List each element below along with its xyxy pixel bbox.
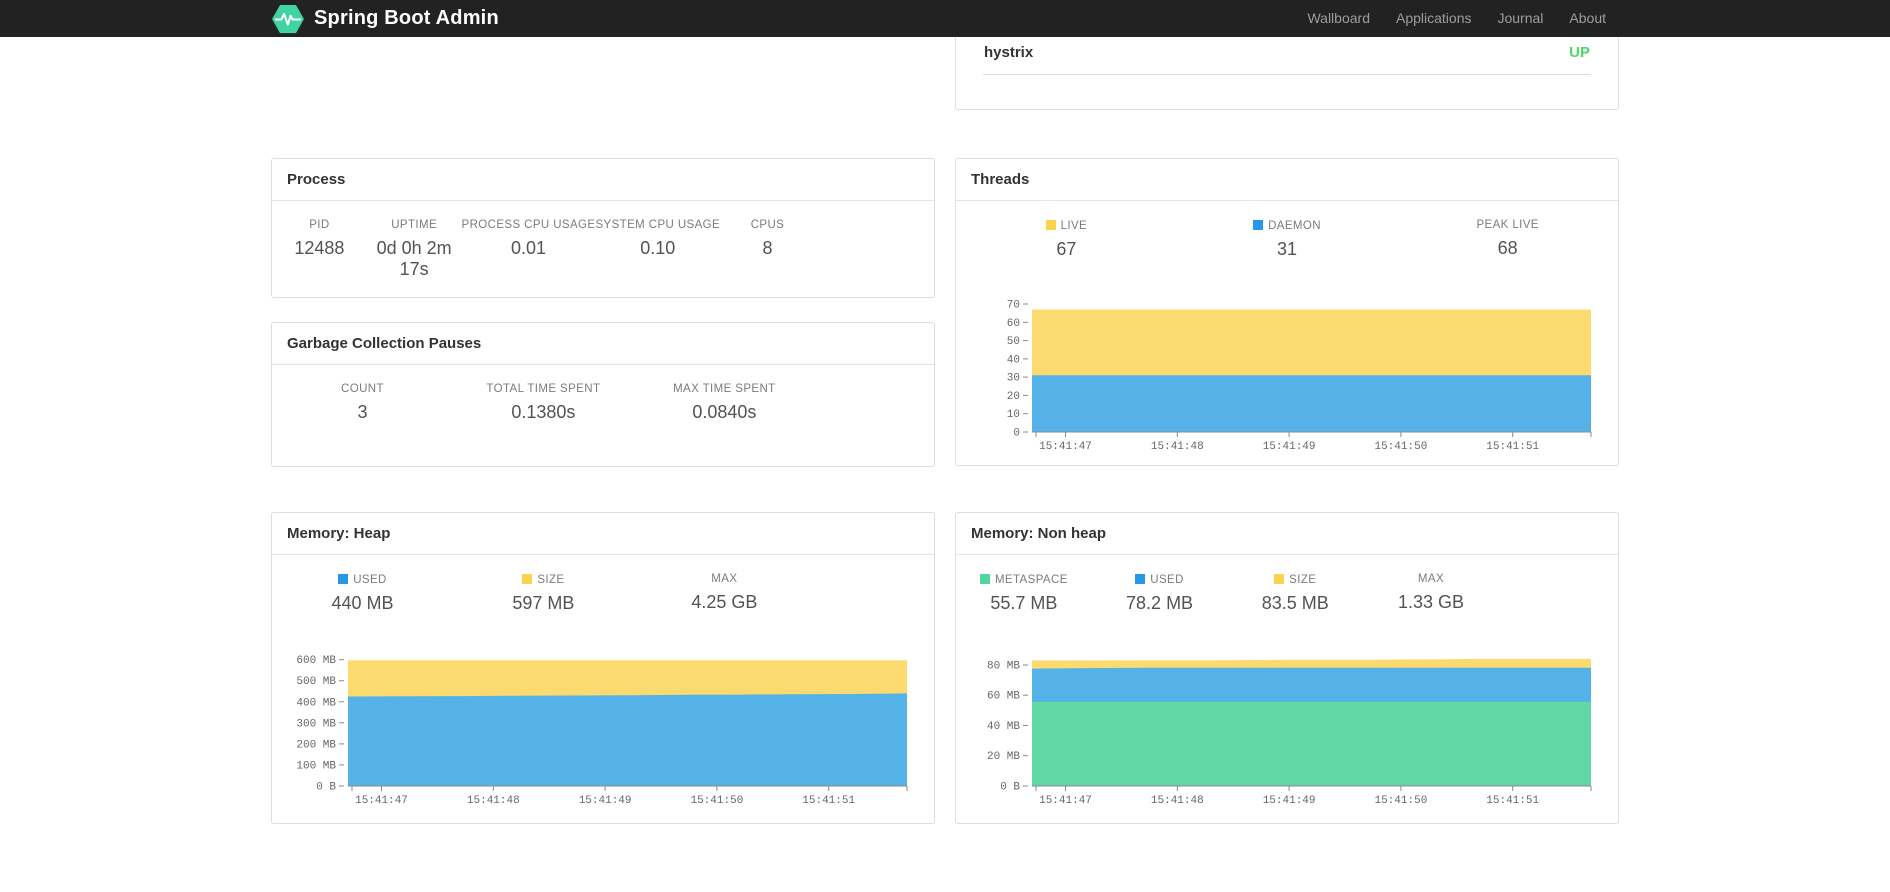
process-metrics: PID 12488 UPTIME 0d 0h 2m 17s PROCESS CP… — [272, 201, 815, 304]
row-process-threads: Process PID 12488 UPTIME 0d 0h 2m 17s PR… — [271, 158, 1619, 467]
health-status-badge: UP — [1569, 44, 1590, 61]
svg-text:60 MB: 60 MB — [986, 691, 1019, 703]
metric-nonheap-metaspace: METASPACE 55.7 MB — [956, 573, 1092, 614]
app-title: Spring Boot Admin — [314, 7, 499, 29]
svg-text:300 MB: 300 MB — [296, 718, 336, 730]
svg-text:15:41:50: 15:41:50 — [690, 795, 743, 807]
health-row: hystrix UP — [983, 37, 1591, 75]
brand-logo-icon — [272, 4, 304, 33]
metric-threads-daemon: DAEMON 31 — [1177, 219, 1398, 260]
metric-heap-used: USED 440 MB — [331, 574, 394, 613]
process-card-title: Process — [272, 159, 934, 201]
threads-chart: 0 10 20 30 40 50 60 70 15:41:47 15:41:48 15:41:49 1… — [1006, 300, 1591, 453]
svg-text:40: 40 — [1006, 354, 1019, 366]
metric-heap-max: MAX 4.25 GB — [691, 573, 758, 612]
heap-chart: 0 B 100 MB 200 MB 300 MB 400 MB 500 MB 600 MB 1… — [296, 655, 907, 807]
gc-card-title: Garbage Collection Pauses — [272, 323, 934, 365]
gc-metrics: COUNT 3 TOTAL TIME SPENT 0.1380s MAX TIM… — [272, 365, 815, 447]
nav-item-applications[interactable]: Applications — [1383, 0, 1485, 37]
metric-gc-count: COUNT 3 — [341, 383, 384, 422]
svg-text:400 MB: 400 MB — [296, 697, 336, 709]
metric-heap-size: SIZE 597 MB — [512, 574, 575, 613]
svg-text:15:41:50: 15:41:50 — [1374, 441, 1427, 453]
brand[interactable]: Spring Boot Admin — [271, 4, 499, 34]
svg-text:15:41:49: 15:41:49 — [1262, 795, 1315, 807]
svg-text:0 B: 0 B — [316, 782, 336, 794]
row-memory: Memory: Heap USED 440 MB SIZE 597 MB MAX… — [271, 512, 1619, 824]
metric-threads-peak: PEAK LIVE 68 — [1476, 219, 1539, 258]
svg-text:20 MB: 20 MB — [986, 751, 1019, 763]
nonheap-chart: 0 B 20 MB 40 MB 60 MB 80 MB 15:41:47 15:41:48 1… — [986, 658, 1591, 807]
svg-text:15:41:51: 15:41:51 — [1486, 441, 1539, 453]
metric-nonheap-max: MAX 1.33 GB — [1397, 573, 1464, 612]
svg-text:200 MB: 200 MB — [296, 739, 336, 751]
svg-text:15:41:47: 15:41:47 — [355, 795, 408, 807]
svg-text:15:41:51: 15:41:51 — [1486, 795, 1539, 807]
health-service-name: hystrix — [984, 44, 1034, 61]
legend-swatch-heap-used — [338, 574, 349, 584]
legend-swatch-nonheap-size — [1274, 574, 1285, 584]
svg-text:15:41:48: 15:41:48 — [1150, 441, 1203, 453]
svg-text:40 MB: 40 MB — [986, 721, 1019, 733]
metric-process-cpu: PROCESS CPU USAGE 0.01 — [461, 219, 596, 258]
svg-text:15:41:49: 15:41:49 — [1262, 441, 1315, 453]
gc-card: Garbage Collection Pauses COUNT 3 TOTAL … — [271, 322, 935, 467]
legend-swatch-nonheap-used — [1135, 574, 1146, 584]
metric-nonheap-size: SIZE 83.5 MB — [1261, 574, 1329, 613]
metric-system-cpu: SYSTEM CPU USAGE 0.10 — [595, 219, 721, 258]
heap-card-title: Memory: Heap — [272, 513, 934, 555]
health-card: hystrix UP — [955, 37, 1619, 110]
metric-gc-total: TOTAL TIME SPENT 0.1380s — [486, 383, 601, 422]
svg-text:70: 70 — [1006, 300, 1019, 312]
metric-nonheap-used: USED 78.2 MB — [1126, 574, 1194, 613]
svg-text:100 MB: 100 MB — [296, 760, 336, 772]
navbar: Spring Boot Admin Wallboard Applications… — [0, 0, 1890, 37]
metric-cpus: CPUS 8 — [750, 219, 785, 258]
svg-text:15:41:50: 15:41:50 — [1374, 795, 1427, 807]
process-card: Process PID 12488 UPTIME 0d 0h 2m 17s PR… — [271, 158, 935, 298]
svg-text:80 MB: 80 MB — [986, 661, 1019, 673]
legend-swatch-heap-size — [522, 574, 533, 584]
nav-item-journal[interactable]: Journal — [1484, 0, 1556, 37]
metric-threads-live: LIVE 67 — [956, 219, 1177, 260]
svg-text:20: 20 — [1006, 391, 1019, 403]
nav-item-about[interactable]: About — [1556, 0, 1619, 37]
nonheap-card: Memory: Non heap METASPACE 55.7 MB USED … — [955, 512, 1619, 824]
svg-text:15:41:49: 15:41:49 — [578, 795, 631, 807]
svg-text:15:41:48: 15:41:48 — [1150, 795, 1203, 807]
svg-text:15:41:47: 15:41:47 — [1039, 795, 1092, 807]
threads-card: Threads LIVE 67 DAEMON 31 PEAK LIVE 68 0… — [955, 158, 1619, 466]
threads-metrics: LIVE 67 DAEMON 31 PEAK LIVE 68 — [956, 201, 1618, 284]
metric-gc-max: MAX TIME SPENT 0.0840s — [673, 383, 776, 422]
svg-text:50: 50 — [1006, 336, 1019, 348]
svg-text:60: 60 — [1006, 318, 1019, 330]
svg-text:0: 0 — [1013, 428, 1020, 440]
svg-text:15:41:48: 15:41:48 — [466, 795, 519, 807]
svg-text:15:41:51: 15:41:51 — [802, 795, 855, 807]
legend-swatch-daemon — [1253, 220, 1264, 230]
metric-uptime: UPTIME 0d 0h 2m 17s — [376, 219, 452, 279]
main-content: hystrix UP Process PID 12488 UPTIME 0d 0… — [256, 37, 1634, 824]
svg-text:0 B: 0 B — [1000, 782, 1020, 794]
svg-text:500 MB: 500 MB — [296, 676, 336, 688]
nonheap-metrics: METASPACE 55.7 MB USED 78.2 MB SIZE 83.5… — [956, 555, 1499, 638]
heap-metrics: USED 440 MB SIZE 597 MB MAX 4.25 GB — [272, 555, 815, 638]
svg-text:30: 30 — [1006, 373, 1019, 385]
svg-text:600 MB: 600 MB — [296, 655, 336, 667]
legend-swatch-metaspace — [979, 574, 990, 584]
svg-text:10: 10 — [1006, 409, 1019, 421]
nav-links: Wallboard Applications Journal About — [1294, 0, 1619, 37]
heap-card: Memory: Heap USED 440 MB SIZE 597 MB MAX… — [271, 512, 935, 824]
row-health: hystrix UP — [271, 37, 1619, 110]
threads-card-title: Threads — [956, 159, 1618, 201]
legend-swatch-live — [1045, 220, 1056, 230]
nav-item-wallboard[interactable]: Wallboard — [1294, 0, 1383, 37]
nonheap-card-title: Memory: Non heap — [956, 513, 1618, 555]
metric-pid: PID 12488 — [294, 219, 345, 258]
svg-text:15:41:47: 15:41:47 — [1039, 441, 1092, 453]
